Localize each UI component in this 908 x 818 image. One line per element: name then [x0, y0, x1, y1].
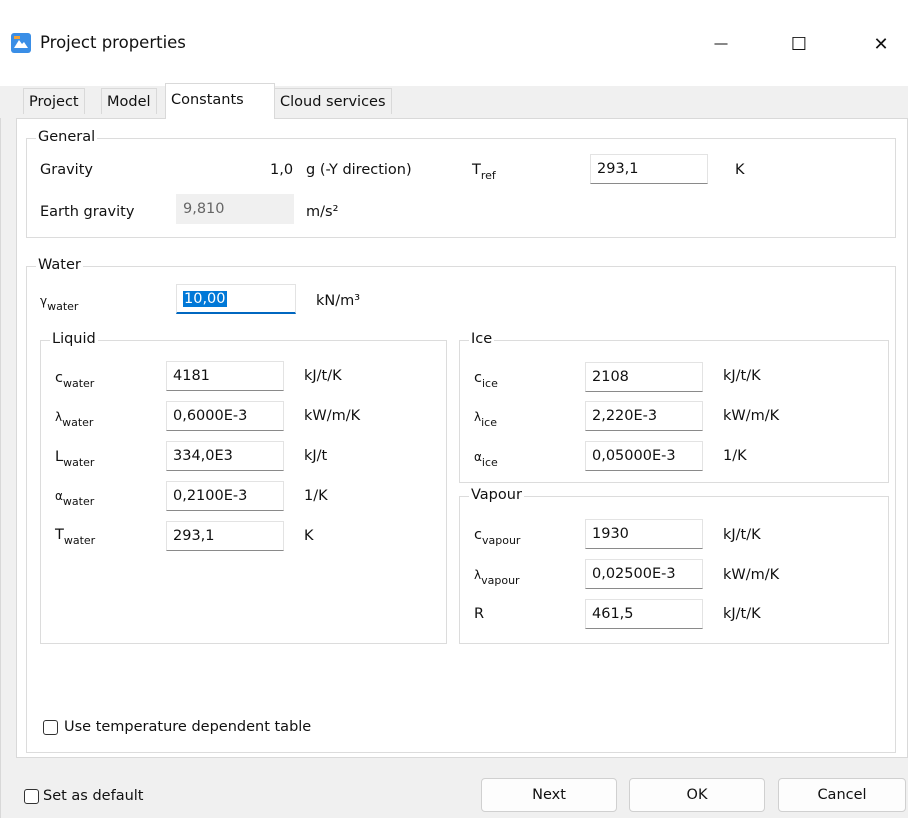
liquid-t-input[interactable]: 293,1 — [166, 521, 284, 551]
gravity-label: Gravity — [40, 162, 93, 178]
gamma-water-label: γwater — [40, 294, 79, 313]
cancel-button[interactable]: Cancel — [778, 778, 906, 812]
earth-gravity-label: Earth gravity — [40, 204, 135, 220]
tref-unit: K — [735, 162, 745, 178]
tab-model[interactable]: Model — [101, 88, 157, 114]
general-legend: General — [36, 129, 98, 145]
liquid-l-input[interactable]: 334,0E3 — [166, 441, 284, 471]
maximize-button[interactable]: ☐ — [776, 26, 822, 62]
maximize-icon: ☐ — [790, 33, 808, 55]
ice-lambda-input[interactable]: 2,220E-3 — [585, 401, 703, 431]
app-icon — [10, 32, 32, 54]
ice-c-input[interactable]: 2108 — [585, 362, 703, 392]
general-group — [26, 138, 896, 238]
minimize-button[interactable]: — — [698, 26, 744, 62]
minimize-icon: — — [713, 36, 729, 52]
close-button[interactable]: ✕ — [858, 26, 904, 62]
temp-table-checkbox[interactable] — [43, 720, 58, 735]
ice-alpha-label: αice — [474, 450, 498, 469]
window-title: Project properties — [40, 33, 186, 52]
ice-c-label: cice — [474, 370, 498, 390]
close-icon: ✕ — [873, 33, 889, 55]
set-default-label: Set as default — [43, 788, 144, 804]
temp-table-label: Use temperature dependent table — [64, 719, 312, 735]
tab-constants[interactable]: Constants — [165, 83, 275, 119]
tref-input[interactable]: 293,1 — [590, 154, 708, 184]
liquid-alpha-unit: 1/K — [304, 488, 328, 504]
vapour-lambda-label: λvapour — [474, 568, 520, 587]
top-strip — [0, 0, 908, 8]
tab-cloud-services[interactable]: Cloud services — [274, 88, 392, 114]
ice-alpha-unit: 1/K — [723, 448, 747, 464]
liquid-c-unit: kJ/t/K — [304, 368, 342, 384]
gravity-value: 1,0 — [270, 162, 294, 178]
ice-lambda-label: λice — [474, 410, 497, 429]
ok-button[interactable]: OK — [629, 778, 765, 812]
liquid-l-unit: kJ/t — [304, 448, 328, 464]
liquid-c-input[interactable]: 4181 — [166, 361, 284, 391]
liquid-l-label: Lwater — [55, 449, 95, 469]
ice-c-unit: kJ/t/K — [723, 368, 761, 384]
ice-alpha-input[interactable]: 0,05000E-3 — [585, 441, 703, 471]
earth-gravity-field: 9,810 — [176, 194, 294, 224]
liquid-t-unit: K — [304, 528, 314, 544]
vapour-r-input[interactable]: 461,5 — [585, 599, 703, 629]
vapour-lambda-unit: kW/m/K — [723, 567, 780, 583]
vapour-lambda-input[interactable]: 0,02500E-3 — [585, 559, 703, 589]
liquid-alpha-label: αwater — [55, 489, 95, 508]
liquid-t-label: Twater — [55, 527, 96, 547]
water-legend: Water — [36, 257, 83, 273]
gravity-unit: g (-Y direction) — [306, 162, 412, 178]
next-button[interactable]: Next — [481, 778, 617, 812]
ice-lambda-unit: kW/m/K — [723, 408, 780, 424]
set-default-checkbox[interactable] — [24, 789, 39, 804]
tab-project[interactable]: Project — [23, 88, 85, 114]
gamma-water-unit: kN/m³ — [316, 293, 361, 309]
liquid-alpha-input[interactable]: 0,2100E-3 — [166, 481, 284, 511]
vapour-c-label: cvapour — [474, 527, 521, 547]
liquid-legend: Liquid — [50, 331, 98, 347]
vapour-c-unit: kJ/t/K — [723, 527, 761, 543]
vapour-r-label: R — [474, 606, 485, 622]
liquid-lambda-unit: kW/m/K — [304, 408, 361, 424]
ice-legend: Ice — [469, 331, 495, 347]
earth-gravity-unit: m/s² — [306, 204, 339, 220]
vapour-c-input[interactable]: 1930 — [585, 519, 703, 549]
liquid-lambda-input[interactable]: 0,6000E-3 — [166, 401, 284, 431]
tref-label: Tref — [472, 162, 496, 182]
vapour-r-unit: kJ/t/K — [723, 606, 761, 622]
liquid-c-label: cwater — [55, 370, 95, 390]
liquid-lambda-label: λwater — [55, 410, 94, 429]
gamma-water-input[interactable]: 10,00 — [176, 284, 296, 314]
vapour-legend: Vapour — [469, 487, 524, 503]
